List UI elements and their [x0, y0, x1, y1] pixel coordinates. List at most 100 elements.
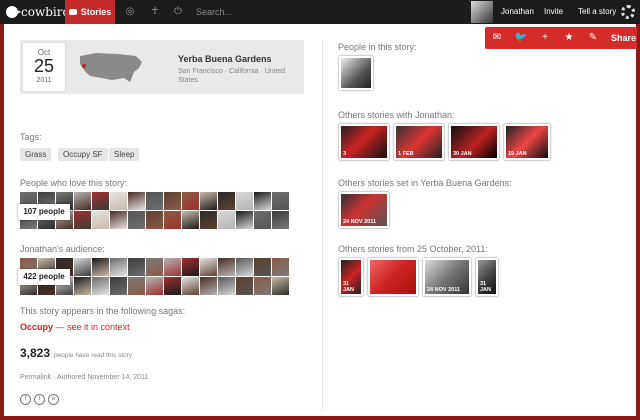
avatar-thumb[interactable]: [200, 277, 217, 295]
user-name-link[interactable]: Jonathan: [501, 0, 534, 24]
avatar-thumb[interactable]: [128, 258, 145, 276]
avatar-thumb[interactable]: [272, 211, 289, 229]
avatar-thumb[interactable]: [254, 277, 271, 295]
avatar-thumb[interactable]: [236, 192, 253, 210]
gear-icon[interactable]: [621, 5, 635, 19]
permalink-link[interactable]: Permalink: [20, 374, 51, 381]
saga-context-link[interactable]: — see it in context: [56, 322, 130, 332]
avatar-thumb[interactable]: [110, 211, 127, 229]
avatar-thumb[interactable]: [182, 192, 199, 210]
avatar-thumb[interactable]: [110, 192, 127, 210]
avatar-thumb[interactable]: [128, 192, 145, 210]
story-page: Oct 25 2011 Yerba Buena Gardens San Fran…: [4, 24, 636, 416]
avatar-thumb[interactable]: [182, 258, 199, 276]
date-box: Oct 25 2011: [22, 42, 66, 92]
share-toolbar: ✉ 🐦 + ★ ✎ Share: [485, 27, 637, 49]
avatar-thumb[interactable]: [236, 277, 253, 295]
twitter-circle-icon[interactable]: t: [34, 394, 45, 405]
avatar-thumb[interactable]: [110, 277, 127, 295]
avatar-thumb[interactable]: [182, 277, 199, 295]
avatar-thumb[interactable]: [146, 192, 163, 210]
story-thumb[interactable]: 19 JAN: [504, 124, 550, 160]
avatar-thumb[interactable]: [272, 277, 289, 295]
avatar-thumb[interactable]: [200, 258, 217, 276]
tag-grass[interactable]: Grass: [20, 148, 52, 161]
avatar-thumb[interactable]: [164, 192, 181, 210]
avatar-thumb[interactable]: [146, 211, 163, 229]
avatar-thumb[interactable]: [218, 277, 235, 295]
read-count-number: 3,823: [20, 346, 51, 360]
avatar-thumb[interactable]: [218, 192, 235, 210]
globe-icon[interactable]: ◎: [124, 6, 136, 18]
read-count: 3,823 people have read this story: [20, 346, 132, 360]
story-thumb[interactable]: 1 FEB: [394, 124, 444, 160]
story-thumb[interactable]: [368, 258, 418, 296]
avatar-thumb[interactable]: [128, 211, 145, 229]
tab-stories[interactable]: Stories: [65, 0, 115, 24]
star-icon[interactable]: ★: [557, 27, 581, 49]
avatar-thumb[interactable]: [92, 211, 109, 229]
avatar-thumb[interactable]: [254, 211, 271, 229]
twitter-icon[interactable]: 🐦: [509, 27, 533, 49]
tag-sleep[interactable]: Sleep: [109, 148, 140, 161]
tell-story-link[interactable]: Tell a story: [578, 0, 616, 24]
email-circle-icon[interactable]: e: [48, 394, 59, 405]
power-icon[interactable]: ⏻: [172, 6, 184, 18]
facebook-icon[interactable]: f: [20, 394, 31, 405]
avatar-thumb[interactable]: [200, 192, 217, 210]
place-name[interactable]: Yerba Buena Gardens: [178, 54, 272, 64]
story-thumb[interactable]: 30 JAN: [449, 124, 499, 160]
person-icon[interactable]: ☥: [149, 6, 161, 18]
pencil-icon[interactable]: ✎: [581, 27, 605, 49]
cowbird-logo[interactable]: cowbird: [6, 4, 70, 20]
share-button[interactable]: Share: [611, 33, 636, 43]
avatar-thumb[interactable]: [164, 277, 181, 295]
avatar-thumb[interactable]: [254, 258, 271, 276]
avatar-thumb[interactable]: [74, 277, 91, 295]
avatar-thumb[interactable]: [110, 258, 127, 276]
thumb-caption: 19 JAN: [508, 151, 527, 157]
plus-icon[interactable]: +: [533, 27, 557, 49]
top-navigation-bar: cowbird Stories ◎ ☥ ⏻ Search... Jonathan…: [0, 0, 640, 24]
avatar-thumb[interactable]: [74, 258, 91, 276]
user-avatar[interactable]: [471, 1, 493, 23]
avatar-thumb[interactable]: [74, 211, 91, 229]
story-thumb[interactable]: 31 JAN: [476, 258, 498, 296]
avatar-thumb[interactable]: [128, 277, 145, 295]
person-thumb-jonathan[interactable]: [339, 56, 373, 90]
lovers-count-badge[interactable]: 107 people: [18, 204, 70, 220]
avatar-thumb[interactable]: [92, 258, 109, 276]
audience-count-badge[interactable]: 422 people: [18, 269, 70, 285]
us-map-icon[interactable]: [76, 48, 146, 88]
avatar-thumb[interactable]: [146, 277, 163, 295]
avatar-thumb[interactable]: [92, 192, 109, 210]
avatar-thumb[interactable]: [182, 211, 199, 229]
story-thumb[interactable]: 24 NOV 2011: [423, 258, 471, 296]
avatar-thumb[interactable]: [164, 258, 181, 276]
column-divider: [322, 40, 323, 410]
tab-stories-label: Stories: [80, 7, 112, 17]
invite-link[interactable]: Invite: [544, 0, 563, 24]
read-count-text: people have read this story: [54, 352, 133, 359]
saga-occupy-link[interactable]: Occupy: [20, 322, 53, 332]
avatar-thumb[interactable]: [272, 192, 289, 210]
story-thumb[interactable]: 3: [339, 124, 389, 160]
mail-icon[interactable]: ✉: [485, 27, 509, 49]
audience-label: Jonathan's audience:: [20, 244, 105, 254]
meta-separator: ·: [53, 374, 56, 381]
avatar-thumb[interactable]: [164, 211, 181, 229]
avatar-thumb[interactable]: [236, 258, 253, 276]
avatar-thumb[interactable]: [254, 192, 271, 210]
search-input[interactable]: Search...: [196, 6, 316, 18]
story-thumb[interactable]: 24 NOV 2011: [339, 192, 389, 228]
story-thumb[interactable]: 31 JAN: [339, 258, 363, 296]
avatar-thumb[interactable]: [92, 277, 109, 295]
avatar-thumb[interactable]: [74, 192, 91, 210]
avatar-thumb[interactable]: [272, 258, 289, 276]
avatar-thumb[interactable]: [146, 258, 163, 276]
avatar-thumb[interactable]: [218, 211, 235, 229]
avatar-thumb[interactable]: [218, 258, 235, 276]
avatar-thumb[interactable]: [236, 211, 253, 229]
tag-occupy-sf[interactable]: Occupy SF: [58, 148, 108, 161]
avatar-thumb[interactable]: [200, 211, 217, 229]
